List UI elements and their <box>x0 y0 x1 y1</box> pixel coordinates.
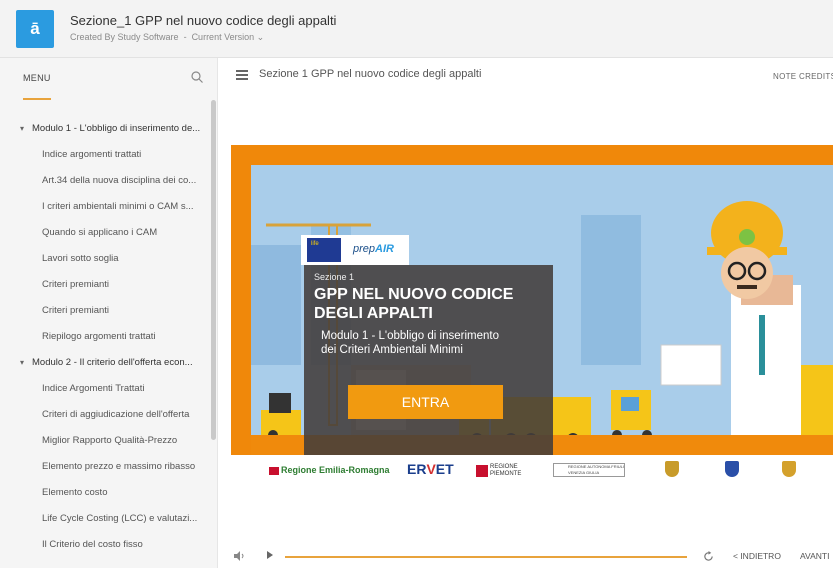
ervet-b: V <box>426 461 436 477</box>
sidebar-item[interactable]: Criteri di aggiudicazione dell'offerta <box>42 402 208 428</box>
sidebar-item[interactable]: Lavori sotto soglia <box>42 246 208 272</box>
eu-flag-icon: life <box>307 238 341 262</box>
slide-subtitle-line2: dei Criteri Ambientali Minimi <box>321 344 463 356</box>
sidebar-item-label: Lavori sotto soglia <box>42 253 119 264</box>
sidebar-item[interactable]: Quando si applicano i CAM <box>42 220 208 246</box>
course-title: Sezione_1 GPP nel nuovo codice degli app… <box>70 13 337 28</box>
version-dropdown[interactable]: Current Version ⌄ <box>192 32 265 42</box>
back-button[interactable]: < INDIETRO <box>733 551 781 561</box>
ervet-logo: ERVET <box>407 461 454 477</box>
sidebar-item[interactable]: Riepilogo argomenti trattati <box>42 324 208 350</box>
content-title: Sezione 1 GPP nel nuovo codice degli app… <box>259 68 482 80</box>
reload-icon[interactable] <box>703 551 714 562</box>
credits-link[interactable]: CREDITS <box>799 72 833 81</box>
main-content: Sezione 1 GPP nel nuovo codice degli app… <box>219 58 833 568</box>
volume-icon[interactable] <box>234 551 246 561</box>
emilia-romagna-logo: Regione Emilia-Romagna <box>269 465 390 475</box>
slide: life prepAIR Sezione 1 GPP NEL NUOVO COD… <box>231 145 833 487</box>
piemonte-logo: REGIONE PIEMONTE <box>476 464 521 478</box>
sidebar-item-label: Il Criterio del costo fisso <box>42 539 143 550</box>
sidebar-item[interactable]: I criteri ambientali minimi o CAM s... <box>42 194 208 220</box>
note-link[interactable]: NOTE <box>773 72 796 81</box>
sidebar-module[interactable]: ▾ Modulo 1 - L'obbligo di inserimento de.… <box>20 116 217 142</box>
progress-bar[interactable] <box>285 556 687 558</box>
sidebar-item[interactable]: Art.34 della nuova disciplina dei co... <box>42 168 208 194</box>
sidebar-item-label: Modulo 2 - Il criterio dell'offerta econ… <box>32 357 193 368</box>
sidebar-item[interactable]: Criteri premianti <box>42 298 208 324</box>
sidebar-item-label: Criteri di aggiudicazione dell'offerta <box>42 409 190 420</box>
sidebar-item-label: Life Cycle Costing (LCC) e valutazi... <box>42 513 198 524</box>
sidebar-item[interactable]: Criteri premianti <box>42 272 208 298</box>
chevron-down-icon: ▾ <box>20 124 25 133</box>
sidebar-item-label: Riepilogo argomenti trattati <box>42 331 156 342</box>
sidebar-item[interactable]: Indice argomenti trattati <box>42 142 208 168</box>
slide-heading-line1: GPP NEL NUOVO CODICE <box>314 286 514 303</box>
sidebar-item-label: Elemento prezzo e massimo ribasso <box>42 461 196 472</box>
sidebar-item-label: Art.34 della nuova disciplina dei co... <box>42 175 197 186</box>
play-icon[interactable] <box>267 551 273 559</box>
slide-overlay: Sezione 1 GPP NEL NUOVO CODICE DEGLI APP… <box>304 265 553 458</box>
sidebar-item-label: Criteri premianti <box>42 279 110 290</box>
fvg-logo: REGIONE AUTONOMA FRIULI VENEZIA GIULIA <box>553 463 625 477</box>
sidebar-item-label: Indice Argomenti Trattati <box>42 383 145 394</box>
slide-subtitle: Modulo 1 - L'obbligo di inserimento dei … <box>321 329 549 357</box>
ervet-a: ER <box>407 461 427 477</box>
sidebar-item[interactable]: Life Cycle Costing (LCC) e valutazi... <box>42 506 208 532</box>
top-bar: ā Sezione_1 GPP nel nuovo codice degli a… <box>0 0 833 58</box>
sidebar-item-label: Miglior Rapporto Qualità-Prezzo <box>42 435 178 446</box>
sidebar-item[interactable]: Il Criterio del costo fisso <box>42 532 208 558</box>
prepair-a: prep <box>353 243 376 255</box>
menu-underline <box>23 98 51 100</box>
piemonte-b: PIEMONTE <box>490 471 522 477</box>
eu-label: life <box>311 241 319 247</box>
prepair-logo: prepAIR <box>353 243 394 255</box>
sidebar-item[interactable]: Elemento prezzo e massimo ribasso <box>42 454 208 480</box>
slide-heading: GPP NEL NUOVO CODICE DEGLI APPALTI <box>314 285 552 323</box>
course-subtitle: Created By Study Software - Current Versio… <box>70 32 265 42</box>
sidebar-item-label: Modulo 1 - L'obbligo di inserimento de..… <box>32 123 201 134</box>
progress-fill <box>285 556 687 558</box>
search-icon[interactable] <box>190 70 204 84</box>
crest-icon-1 <box>665 461 679 477</box>
slide-heading-line2: DEGLI APPALTI <box>314 305 433 322</box>
partner-logos: Regione Emilia-Romagna ERVET REGIONE PIEM… <box>231 455 833 487</box>
sidebar: MENU ▾ Modulo 1 - L'obbligo di inseriment… <box>0 58 218 568</box>
created-by: Created By Study Software <box>70 32 179 42</box>
sidebar-item[interactable]: Indice Argomenti Trattati <box>42 376 208 402</box>
piemonte-a: REGIONE <box>490 464 518 470</box>
sidebar-item[interactable]: Miglior Rapporto Qualità-Prezzo <box>42 428 208 454</box>
slide-subtitle-line1: Modulo 1 - L'obbligo di inserimento <box>321 330 499 342</box>
emilia-logo-text: Regione Emilia-Romagna <box>281 465 390 475</box>
sidebar-module[interactable]: ▾ Modulo 2 - Il criterio dell'offerta eco… <box>20 350 217 376</box>
sidebar-item-label: Criteri premianti <box>42 305 110 316</box>
crest-icon-3 <box>782 461 796 477</box>
hamburger-icon[interactable] <box>236 70 248 80</box>
sidebar-item-label: Elemento costo <box>42 487 108 498</box>
sidebar-item-label: Indice argomenti trattati <box>42 149 142 160</box>
project-badge: life prepAIR <box>301 235 409 265</box>
next-button[interactable]: AVANTI <box>800 551 829 561</box>
ervet-c: ET <box>435 461 454 477</box>
player-controls: < INDIETRO AVANTI <box>219 546 833 568</box>
sidebar-item-label: I criteri ambientali minimi o CAM s... <box>42 201 194 212</box>
app-logo[interactable]: ā <box>16 10 54 48</box>
sidebar-item[interactable]: Elemento costo <box>42 480 208 506</box>
enter-button[interactable]: ENTRA <box>348 385 503 419</box>
prepair-b: AIR <box>375 243 394 255</box>
slide-kicker: Sezione 1 <box>314 272 355 282</box>
chevron-down-icon: ▾ <box>20 358 25 367</box>
sidebar-scrollbar[interactable] <box>211 100 216 440</box>
sidebar-item-label: Quando si applicano i CAM <box>42 227 158 238</box>
menu-header: MENU <box>0 58 217 100</box>
crest-icon-2 <box>725 461 739 477</box>
menu-label: MENU <box>23 73 51 83</box>
